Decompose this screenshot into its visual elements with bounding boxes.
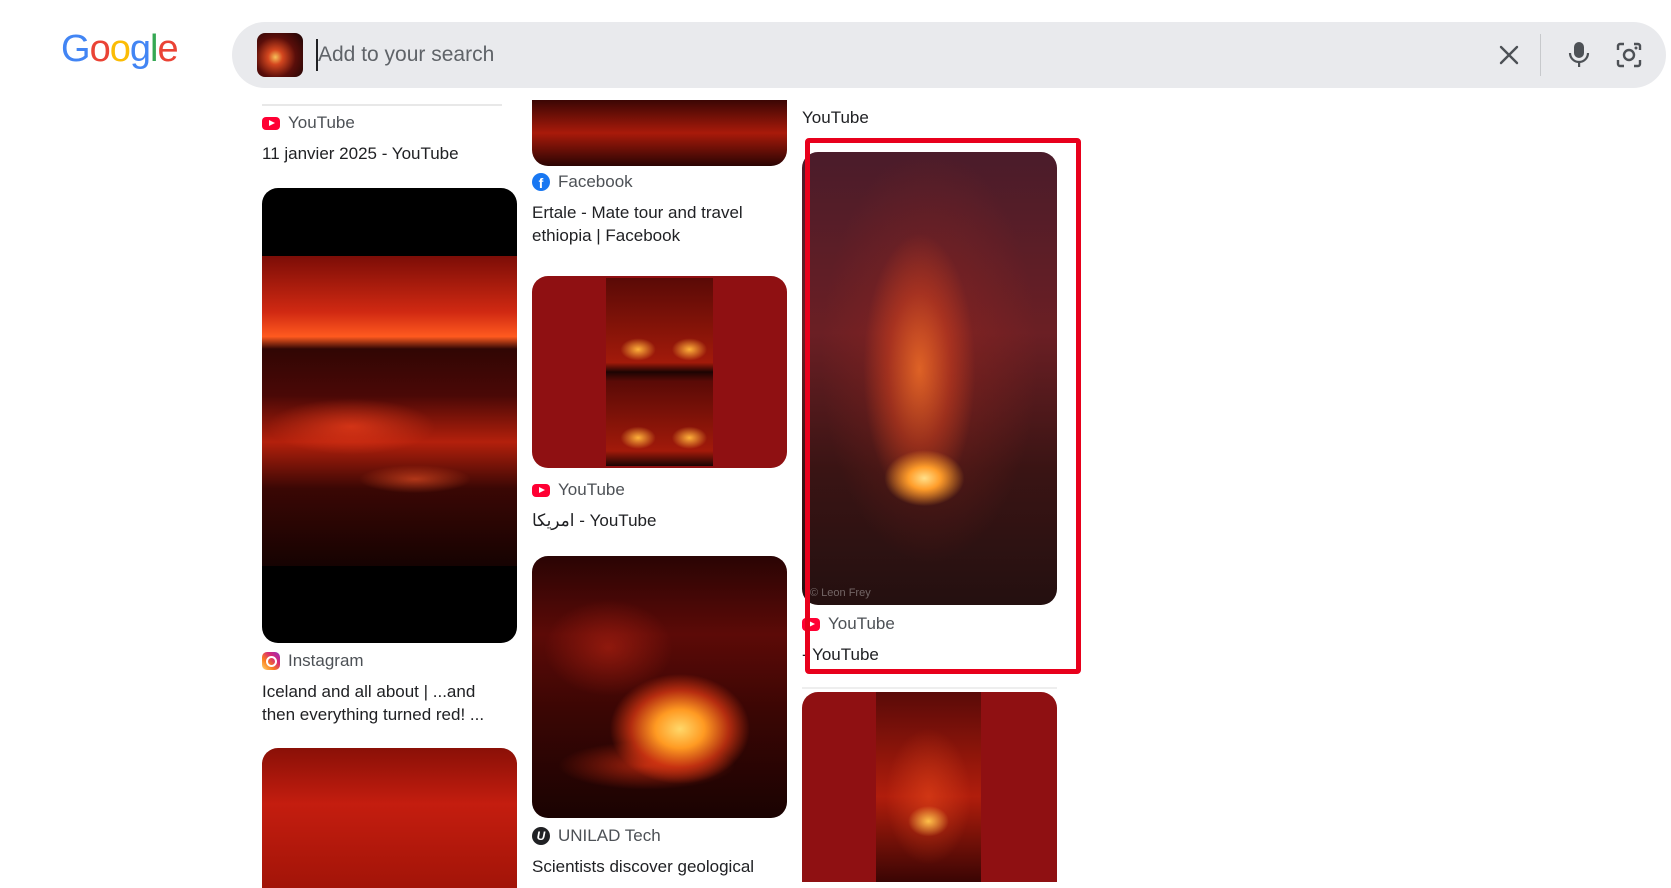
google-logo[interactable]: Google	[61, 28, 179, 71]
highlight-box	[805, 138, 1081, 674]
source-name: Instagram	[288, 651, 364, 670]
source-name: YouTube	[288, 113, 355, 132]
result-thumbnail[interactable]	[532, 556, 787, 818]
result-source[interactable]: YouTube	[262, 113, 355, 133]
lens-camera-icon[interactable]	[1614, 40, 1644, 70]
microphone-icon[interactable]	[1564, 40, 1594, 70]
source-name: UNILAD Tech	[558, 826, 661, 845]
unilad-icon: U	[532, 827, 550, 845]
result-source[interactable]: f Facebook	[532, 172, 633, 192]
result-thumbnail[interactable]	[262, 748, 517, 888]
logo-letter: o	[89, 28, 111, 70]
result-thumbnail[interactable]	[262, 188, 517, 643]
eruption-image	[876, 692, 981, 882]
search-bar	[232, 22, 1666, 88]
search-divider	[1540, 34, 1541, 76]
close-icon[interactable]	[1494, 40, 1524, 70]
result-thumbnail[interactable]	[532, 100, 787, 166]
card-top-edge	[802, 687, 1057, 689]
instagram-icon	[262, 652, 280, 670]
result-title[interactable]: Ertale - Mate tour and travel ethiopia |…	[532, 201, 782, 247]
result-thumbnail[interactable]	[532, 276, 787, 468]
logo-letter: g	[129, 28, 151, 70]
eruption-collage-image	[606, 278, 713, 466]
card-top-edge	[262, 104, 502, 106]
result-title[interactable]: 11 janvier 2025 - YouTube	[262, 142, 520, 165]
result-source[interactable]: Instagram	[262, 651, 364, 671]
result-title[interactable]: امريكا - YouTube	[532, 509, 790, 532]
youtube-icon	[532, 483, 550, 497]
logo-letter: l	[149, 28, 159, 70]
search-image-thumbnail[interactable]	[257, 33, 303, 77]
youtube-icon	[262, 116, 280, 130]
facebook-icon: f	[532, 173, 550, 191]
result-source[interactable]: YouTube	[532, 480, 625, 500]
result-source[interactable]: U UNILAD Tech	[532, 826, 661, 846]
source-name: Facebook	[558, 172, 633, 191]
logo-letter: o	[109, 28, 131, 70]
search-input[interactable]	[316, 39, 1318, 71]
logo-letter: G	[61, 28, 91, 70]
logo-letter: e	[157, 28, 178, 70]
result-thumbnail[interactable]	[802, 692, 1057, 882]
result-title[interactable]: YouTube	[802, 106, 1060, 129]
source-name: YouTube	[558, 480, 625, 499]
result-title[interactable]: Scientists discover geological	[532, 855, 782, 878]
result-title[interactable]: Iceland and all about | ...and then ever…	[262, 680, 512, 726]
lava-field-image	[262, 256, 517, 566]
